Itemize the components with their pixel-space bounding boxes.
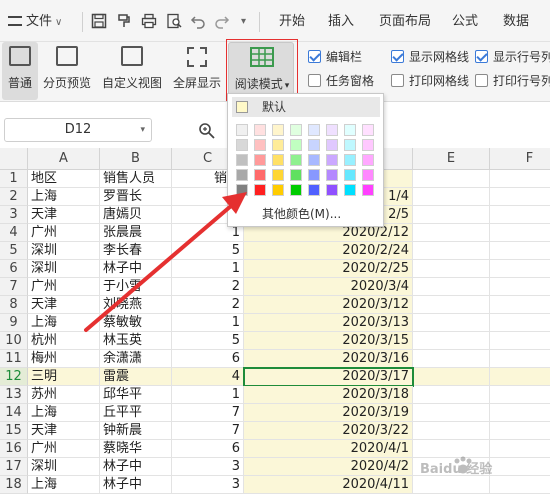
watermark-text: Baidu 经验 [420, 462, 493, 477]
watermark: Baidu 经验 [420, 455, 545, 479]
annotation-arrow [84, 192, 247, 332]
